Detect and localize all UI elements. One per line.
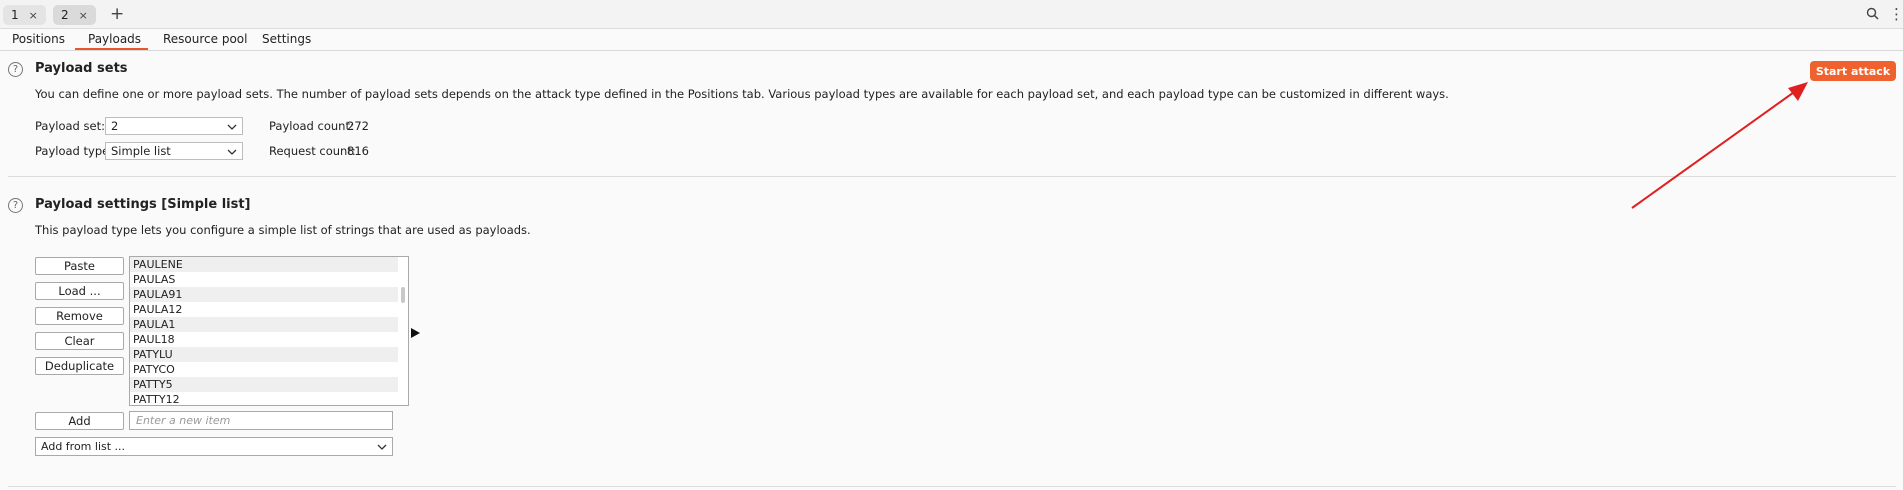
payload-sets-description: You can define one or more payload sets.… (35, 87, 1449, 101)
section-divider (8, 486, 1896, 487)
payload-count-value: 272 (347, 119, 369, 133)
active-tab-indicator (75, 48, 148, 50)
add-from-list-value: Add from list ... (41, 440, 126, 453)
list-item[interactable]: PATTY5 (130, 377, 398, 392)
section-divider (8, 176, 1896, 177)
payload-settings-title: Payload settings [Simple list] (35, 197, 251, 212)
close-icon[interactable]: × (79, 9, 88, 22)
close-icon[interactable]: × (29, 9, 38, 22)
tab-positions[interactable]: Positions (12, 32, 65, 46)
more-vertical-icon[interactable]: ⋮ (1889, 5, 1903, 23)
sub-tab-bar: Positions Payloads Resource pool Setting… (0, 29, 1903, 51)
payload-list[interactable]: PAULENE PAULAS PAULA91 PAULA12 PAULA1 PA… (129, 256, 409, 406)
payload-settings-description: This payload type lets you configure a s… (35, 223, 531, 237)
payload-set-select[interactable]: 2 (105, 117, 243, 135)
list-item[interactable]: PATYLU (130, 347, 398, 362)
new-tab-button[interactable]: + (110, 4, 124, 24)
list-item[interactable]: PATYCO (130, 362, 398, 377)
chevron-down-icon (377, 442, 387, 455)
chevron-down-icon (227, 146, 237, 160)
list-item[interactable]: PAULAS (130, 272, 398, 287)
list-item[interactable]: PAULA12 (130, 302, 398, 317)
list-scrollbar[interactable] (401, 287, 405, 303)
help-icon[interactable]: ? (8, 62, 23, 77)
request-count-value: 816 (347, 144, 369, 158)
list-item[interactable]: PAULENE (130, 257, 398, 272)
help-icon[interactable]: ? (8, 198, 23, 213)
request-tab-label: 1 (11, 8, 19, 22)
payload-type-value: Simple list (111, 144, 171, 158)
deduplicate-button[interactable]: Deduplicate (35, 357, 124, 375)
add-button[interactable]: Add (35, 412, 124, 430)
load-button[interactable]: Load ... (35, 282, 124, 300)
request-count-label: Request count: (269, 144, 356, 158)
payload-sets-title: Payload sets (35, 61, 128, 76)
tab-payloads[interactable]: Payloads (88, 32, 141, 46)
payload-count-label: Payload count: (269, 119, 354, 133)
list-item[interactable]: PAULA91 (130, 287, 398, 302)
tab-resource-pool[interactable]: Resource pool (163, 32, 247, 46)
request-tab-label: 2 (61, 8, 69, 22)
tab-settings[interactable]: Settings (262, 32, 311, 46)
search-icon[interactable] (1866, 7, 1879, 23)
request-tab-1[interactable]: 1 × (3, 5, 46, 25)
add-from-list-select[interactable]: Add from list ... (35, 437, 393, 456)
remove-button[interactable]: Remove (35, 307, 124, 325)
request-tab-2[interactable]: 2 × (53, 5, 96, 25)
payload-type-select[interactable]: Simple list (105, 142, 243, 160)
chevron-down-icon (227, 121, 237, 135)
start-attack-button[interactable]: Start attack (1810, 61, 1896, 81)
payload-set-value: 2 (111, 119, 119, 133)
request-tab-bar: 1 × 2 × + ⋮ (0, 0, 1903, 29)
list-item[interactable]: PAULA1 (130, 317, 398, 332)
new-item-input[interactable] (129, 411, 393, 430)
list-item[interactable]: PAUL18 (130, 332, 398, 347)
paste-button[interactable]: Paste (35, 257, 124, 275)
play-arrow-icon (411, 327, 420, 341)
payload-type-label: Payload type: (35, 144, 114, 158)
list-item[interactable]: PATTY12 (130, 392, 398, 405)
clear-button[interactable]: Clear (35, 332, 124, 350)
payload-set-label: Payload set: (35, 119, 105, 133)
